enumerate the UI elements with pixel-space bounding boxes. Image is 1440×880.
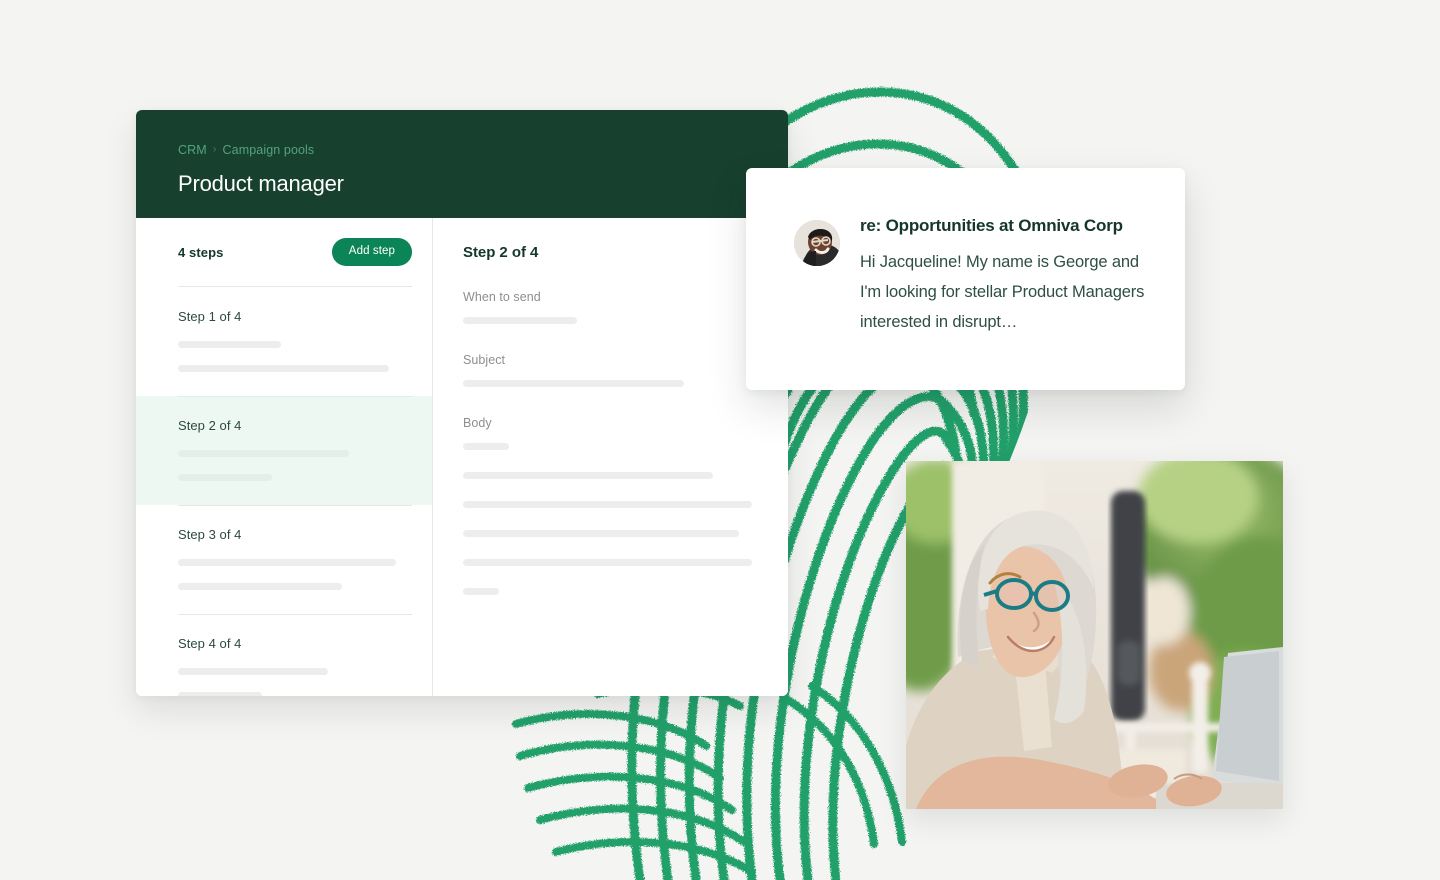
steps-list: Step 1 of 4 Step 2 of 4 Step 3 of 4 Step 4 …	[136, 287, 432, 696]
add-step-button[interactable]: Add step	[331, 238, 412, 266]
step-list-item[interactable]: Step 4 of 4	[136, 614, 432, 696]
breadcrumb-item-campaign-pools[interactable]: Campaign pools	[223, 143, 315, 157]
steps-toolbar: 4 steps Add step	[136, 218, 432, 286]
crm-campaign-card: CRM › Campaign pools Product manager 4 s…	[136, 110, 788, 696]
skeleton-bar	[178, 692, 263, 696]
step-detail-pane: Step 2 of 4 When to send Subject Body	[433, 218, 788, 696]
email-snippet: Hi Jacqueline! My name is George and I'm…	[860, 253, 1145, 331]
email-subject: re: Opportunities at Omniva Corp	[860, 216, 1123, 235]
email-preview-card[interactable]: re: Opportunities at Omniva Corp Hi Jacq…	[746, 168, 1185, 390]
step-list-item-label: Step 1 of 4	[178, 309, 242, 324]
detail-field-label: Subject	[463, 353, 506, 367]
avatar	[794, 220, 840, 266]
card-header: CRM › Campaign pools Product manager	[136, 110, 788, 218]
skeleton-bar	[463, 559, 753, 566]
skeleton-bar	[178, 474, 272, 481]
steps-count-label: 4 steps	[178, 244, 224, 260]
woman-at-laptop-photo	[906, 461, 1283, 809]
step-detail-fields: When to send Subject Body	[463, 290, 788, 450]
step-detail-title: Step 2 of 4	[463, 244, 539, 261]
skeleton-bar	[178, 559, 396, 566]
detail-field: Body	[463, 416, 788, 450]
breadcrumb: CRM › Campaign pools	[178, 142, 788, 158]
skeleton-bar	[463, 588, 499, 595]
skeleton-bar	[178, 450, 349, 457]
page-title: Product manager	[178, 171, 344, 196]
step-list-item[interactable]: Step 1 of 4	[136, 287, 432, 396]
breadcrumb-separator-icon: ›	[212, 143, 217, 156]
step-list-item-label: Step 2 of 4	[178, 418, 242, 433]
skeleton-bar	[178, 583, 342, 590]
card-body: 4 steps Add step Step 1 of 4 Step 2 of 4S…	[136, 218, 788, 696]
step-list-item[interactable]: Step 3 of 4	[136, 505, 432, 614]
skeleton-bar	[178, 341, 281, 348]
steps-pane: 4 steps Add step Step 1 of 4 Step 2 of 4S…	[136, 218, 433, 696]
detail-field-label: When to send	[463, 290, 541, 304]
email-text-block: re: Opportunities at Omniva Corp Hi Jacq…	[860, 216, 1145, 390]
detail-field-label: Body	[463, 416, 492, 430]
skeleton-bar	[463, 443, 509, 450]
skeleton-bar	[463, 317, 577, 324]
step-list-item[interactable]: Step 2 of 4	[136, 396, 432, 505]
detail-field: Subject	[463, 353, 788, 387]
breadcrumb-item-crm[interactable]: CRM	[178, 143, 207, 157]
skeleton-bar	[178, 668, 328, 675]
detail-field: When to send	[463, 290, 788, 324]
step-list-item-label: Step 3 of 4	[178, 527, 242, 542]
skeleton-bar	[178, 365, 389, 372]
step-list-item-label: Step 4 of 4	[178, 636, 242, 651]
skeleton-bar	[463, 380, 684, 387]
body-skeleton-lines	[463, 472, 788, 595]
skeleton-bar	[463, 501, 753, 508]
skeleton-bar	[463, 530, 740, 537]
skeleton-bar	[463, 472, 714, 479]
